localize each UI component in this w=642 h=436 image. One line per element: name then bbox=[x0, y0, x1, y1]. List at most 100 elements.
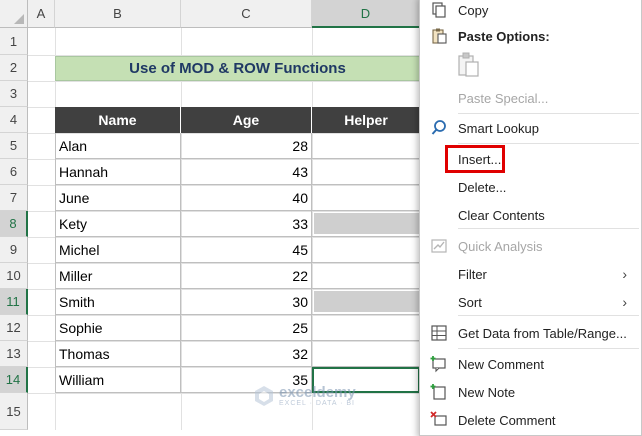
watermark-logo: exceldemy EXCEL · DATA · BI bbox=[252, 384, 356, 408]
menu-paste-special[interactable]: Paste Special... bbox=[420, 85, 641, 111]
menu-quick-analysis-label: Quick Analysis bbox=[458, 238, 543, 254]
header-name[interactable]: Name bbox=[55, 107, 181, 133]
menu-new-note[interactable]: New Note bbox=[420, 379, 641, 405]
column-header-a[interactable]: A bbox=[28, 0, 55, 28]
new-comment-icon bbox=[430, 356, 446, 373]
quick-analysis-icon bbox=[431, 239, 447, 253]
cell-age[interactable]: 25 bbox=[181, 315, 312, 341]
menu-separator bbox=[458, 113, 639, 114]
chevron-right-icon: › bbox=[622, 266, 627, 282]
menu-delete-label: Delete... bbox=[458, 179, 507, 195]
row-header[interactable]: 3 bbox=[0, 81, 28, 107]
menu-paste-special-label: Paste Special... bbox=[458, 90, 549, 106]
cell-helper[interactable] bbox=[312, 185, 420, 211]
context-menu: Copy Paste Options: Paste Special... Sma… bbox=[419, 0, 642, 436]
menu-quick-analysis[interactable]: Quick Analysis bbox=[420, 233, 641, 259]
menu-sort-label: Sort bbox=[458, 294, 482, 310]
watermark-brand: exceldemy bbox=[279, 384, 356, 401]
row-header[interactable]: 1 bbox=[0, 28, 28, 55]
row-header[interactable]: 10 bbox=[0, 263, 28, 289]
menu-new-comment[interactable]: New Comment bbox=[420, 351, 641, 377]
cell-helper[interactable] bbox=[312, 237, 420, 263]
grid-line bbox=[28, 393, 420, 394]
row-header[interactable]: 14 bbox=[0, 367, 28, 393]
cell-name[interactable]: Hannah bbox=[55, 159, 181, 185]
cell-age[interactable]: 30 bbox=[181, 289, 312, 315]
new-note-icon bbox=[430, 384, 446, 400]
cell-name[interactable]: Sophie bbox=[55, 315, 181, 341]
cell-helper[interactable] bbox=[312, 289, 420, 315]
menu-delete-comment-label: Delete Comment bbox=[458, 412, 556, 428]
cell-age[interactable]: 45 bbox=[181, 237, 312, 263]
select-all-corner[interactable] bbox=[0, 0, 28, 28]
insert-highlight-box bbox=[445, 145, 505, 173]
menu-get-data[interactable]: Get Data from Table/Range... bbox=[420, 320, 641, 346]
menu-separator bbox=[458, 228, 639, 229]
selected-fill bbox=[314, 213, 419, 234]
search-icon bbox=[431, 120, 446, 135]
cell-helper[interactable] bbox=[312, 211, 420, 237]
cell-name[interactable]: William bbox=[55, 367, 181, 393]
row-header[interactable]: 7 bbox=[0, 185, 28, 211]
menu-get-data-label: Get Data from Table/Range... bbox=[458, 325, 627, 341]
cell-age[interactable]: 32 bbox=[181, 341, 312, 367]
row-header[interactable]: 15 bbox=[0, 393, 28, 430]
menu-clear-contents[interactable]: Clear Contents bbox=[420, 202, 641, 228]
clipboard-icon bbox=[432, 28, 447, 44]
row-header[interactable]: 6 bbox=[0, 159, 28, 185]
paste-icon bbox=[458, 52, 479, 77]
table-title[interactable]: Use of MOD & ROW Functions bbox=[55, 56, 420, 81]
row-header[interactable]: 4 bbox=[0, 107, 28, 133]
header-helper[interactable]: Helper bbox=[312, 107, 420, 133]
menu-separator bbox=[458, 315, 639, 316]
menu-new-comment-label: New Comment bbox=[458, 356, 544, 372]
grid-line bbox=[28, 81, 420, 82]
menu-filter-label: Filter bbox=[458, 266, 487, 282]
cell-age[interactable]: 43 bbox=[181, 159, 312, 185]
header-age[interactable]: Age bbox=[181, 107, 312, 133]
paste-option-button[interactable] bbox=[420, 49, 641, 81]
cell-age[interactable]: 28 bbox=[181, 133, 312, 159]
column-header-c[interactable]: C bbox=[181, 0, 312, 28]
menu-copy-label: Copy bbox=[458, 2, 489, 18]
cell-name[interactable]: Thomas bbox=[55, 341, 181, 367]
row-header[interactable]: 5 bbox=[0, 133, 28, 159]
menu-separator bbox=[458, 348, 639, 349]
cell-age[interactable]: 33 bbox=[181, 211, 312, 237]
row-header[interactable]: 8 bbox=[0, 211, 28, 237]
cell-name[interactable]: Alan bbox=[55, 133, 181, 159]
menu-delete-comment[interactable]: Delete Comment bbox=[420, 407, 641, 433]
column-header-d[interactable]: D bbox=[312, 0, 420, 28]
menu-sort[interactable]: Sort › bbox=[420, 289, 641, 315]
cell-age[interactable]: 40 bbox=[181, 185, 312, 211]
row-header[interactable]: 13 bbox=[0, 341, 28, 367]
paste-options-label: Paste Options: bbox=[458, 28, 550, 44]
menu-filter[interactable]: Filter › bbox=[420, 261, 641, 287]
column-header-b[interactable]: B bbox=[55, 0, 181, 28]
menu-copy[interactable]: Copy bbox=[420, 0, 641, 23]
menu-smart-lookup-label: Smart Lookup bbox=[458, 120, 539, 136]
cell-age[interactable]: 22 bbox=[181, 263, 312, 289]
cell-helper[interactable] bbox=[312, 263, 420, 289]
menu-delete[interactable]: Delete... bbox=[420, 174, 641, 200]
cell-name[interactable]: June bbox=[55, 185, 181, 211]
cell-name[interactable]: Michel bbox=[55, 237, 181, 263]
delete-comment-icon bbox=[430, 411, 447, 426]
row-header[interactable]: 12 bbox=[0, 315, 28, 341]
selected-fill bbox=[314, 291, 419, 312]
row-header[interactable]: 11 bbox=[0, 289, 28, 315]
cell-helper[interactable] bbox=[312, 159, 420, 185]
watermark-tagline: EXCEL · DATA · BI bbox=[279, 400, 355, 407]
watermark-icon bbox=[255, 386, 273, 406]
menu-paste-options-heading: Paste Options: bbox=[420, 23, 641, 49]
cell-helper[interactable] bbox=[312, 315, 420, 341]
cell-helper[interactable] bbox=[312, 133, 420, 159]
row-header[interactable]: 2 bbox=[0, 55, 28, 81]
menu-clear-contents-label: Clear Contents bbox=[458, 207, 545, 223]
cell-name[interactable]: Miller bbox=[55, 263, 181, 289]
cell-name[interactable]: Smith bbox=[55, 289, 181, 315]
cell-name[interactable]: Kety bbox=[55, 211, 181, 237]
row-header[interactable]: 9 bbox=[0, 237, 28, 263]
menu-smart-lookup[interactable]: Smart Lookup bbox=[420, 115, 641, 141]
cell-helper[interactable] bbox=[312, 341, 420, 367]
